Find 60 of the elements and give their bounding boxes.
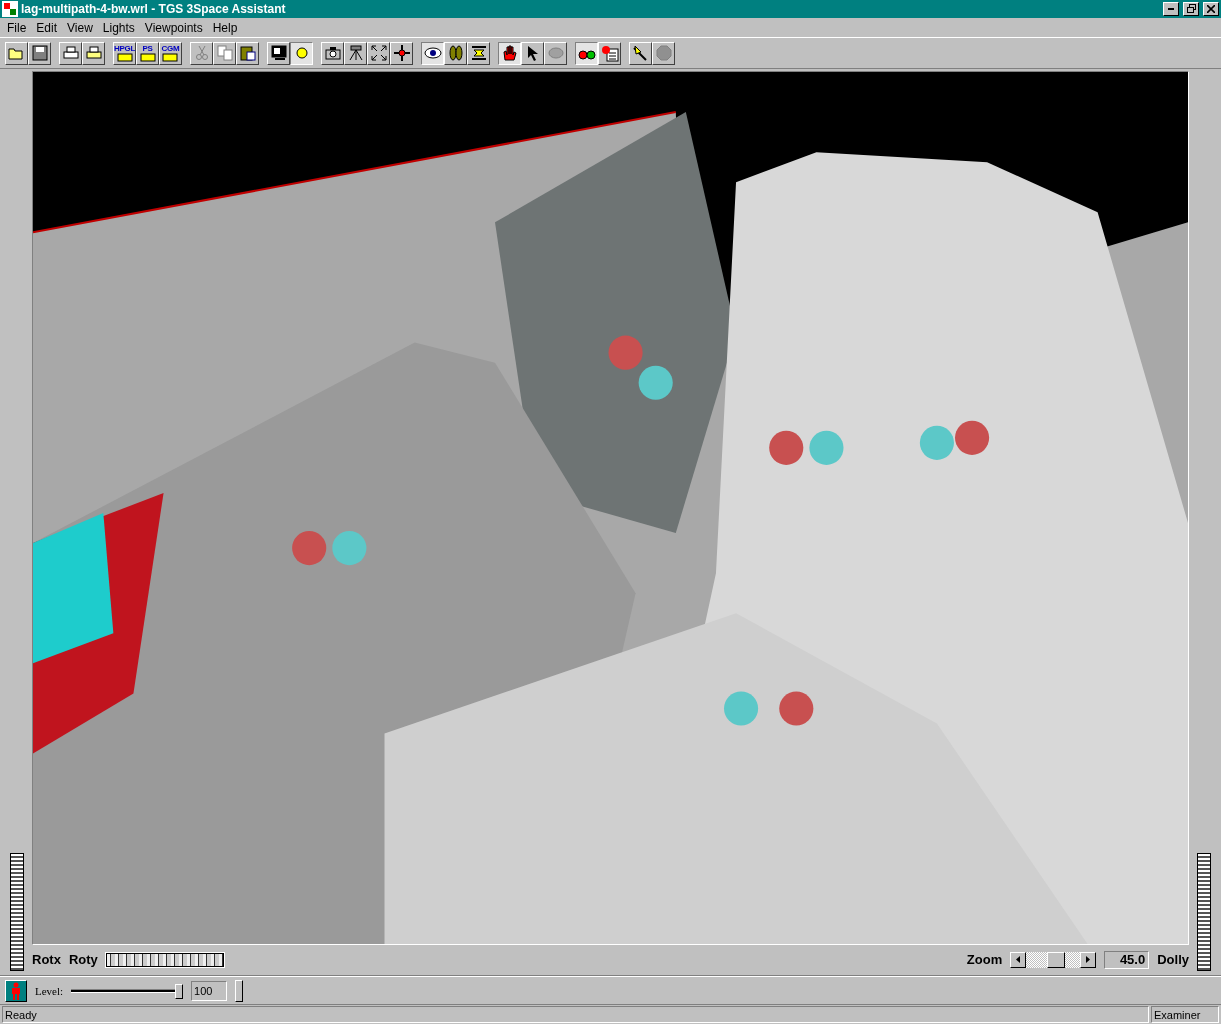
spin-button[interactable] — [235, 979, 244, 1002]
minimize-button[interactable] — [1163, 1, 1179, 16]
thumbwheel[interactable] — [10, 852, 24, 971]
left-arrow-icon — [1016, 956, 1021, 964]
list-icon — [600, 44, 619, 63]
person-icon — [11, 981, 21, 1000]
dolly-label: Dolly — [1157, 952, 1189, 968]
thumbwheel[interactable] — [105, 952, 224, 967]
menu-item[interactable]: Help — [207, 20, 243, 35]
close-button[interactable] — [1203, 1, 1219, 16]
mode-indicator: Examiner — [1151, 1006, 1219, 1023]
menu-item[interactable]: Edit — [31, 20, 63, 35]
hand-icon — [500, 44, 519, 63]
printer-icon — [116, 53, 133, 63]
person-button[interactable] — [5, 979, 27, 1002]
format-label: HPGL — [114, 44, 135, 54]
copy-icon — [215, 44, 234, 63]
planes-icon — [469, 44, 488, 63]
toolbar-button[interactable]: HPGL — [113, 41, 136, 65]
roty-label: Roty — [68, 952, 98, 968]
restore-button[interactable] — [1183, 1, 1199, 16]
format-label: PS — [142, 44, 153, 54]
level-label: Level: — [35, 984, 64, 997]
level-value-field[interactable]: 100 — [191, 980, 228, 1001]
toolbar-button[interactable]: PS — [136, 41, 159, 65]
level-slider[interactable] — [71, 983, 184, 998]
restore-icon — [1186, 4, 1196, 14]
toolbar-button[interactable] — [575, 41, 598, 65]
footprints-icon — [446, 44, 465, 63]
camera-icon — [323, 44, 342, 63]
slider-thumb[interactable] — [175, 983, 184, 999]
octagon-icon — [654, 44, 673, 63]
format-label: CGM — [161, 44, 180, 54]
minimize-icon — [1168, 7, 1174, 10]
menu-item[interactable]: Viewpoints — [139, 20, 208, 35]
menu-item[interactable]: View — [62, 20, 98, 35]
crosshair-icon — [392, 44, 411, 63]
toolbar-button[interactable] — [498, 41, 521, 65]
window-title: lag-multipath-4-bw.wrl - TGS 3Space Assistant — [21, 1, 287, 16]
scroll-left-button[interactable] — [1010, 951, 1027, 968]
app-logo-icon — [2, 0, 18, 17]
toolbar-button[interactable]: CGM — [159, 41, 182, 65]
clipboard-icon — [238, 44, 257, 63]
status-message: Ready — [2, 1006, 1149, 1023]
printer-icon — [139, 53, 156, 63]
menu-item[interactable]: File — [2, 20, 32, 35]
zoom-value-field[interactable]: 45.0 — [1104, 950, 1150, 969]
thumbwheel[interactable] — [1197, 852, 1211, 971]
expand-arrows-icon — [369, 44, 388, 63]
printer-icon — [162, 53, 179, 63]
menu-item[interactable]: Lights — [97, 20, 140, 35]
monitor-icon — [269, 44, 288, 63]
close-icon — [1207, 4, 1215, 13]
toolbar-button[interactable] — [290, 41, 313, 65]
toolbar-button[interactable] — [421, 41, 444, 65]
zoom-label: Zoom — [966, 952, 1003, 968]
right-arrow-icon — [1086, 956, 1091, 964]
scroll-right-button[interactable] — [1080, 951, 1097, 968]
zoom-scroll-thumb[interactable] — [1047, 951, 1066, 968]
rotx-label: Rotx — [32, 952, 61, 968]
